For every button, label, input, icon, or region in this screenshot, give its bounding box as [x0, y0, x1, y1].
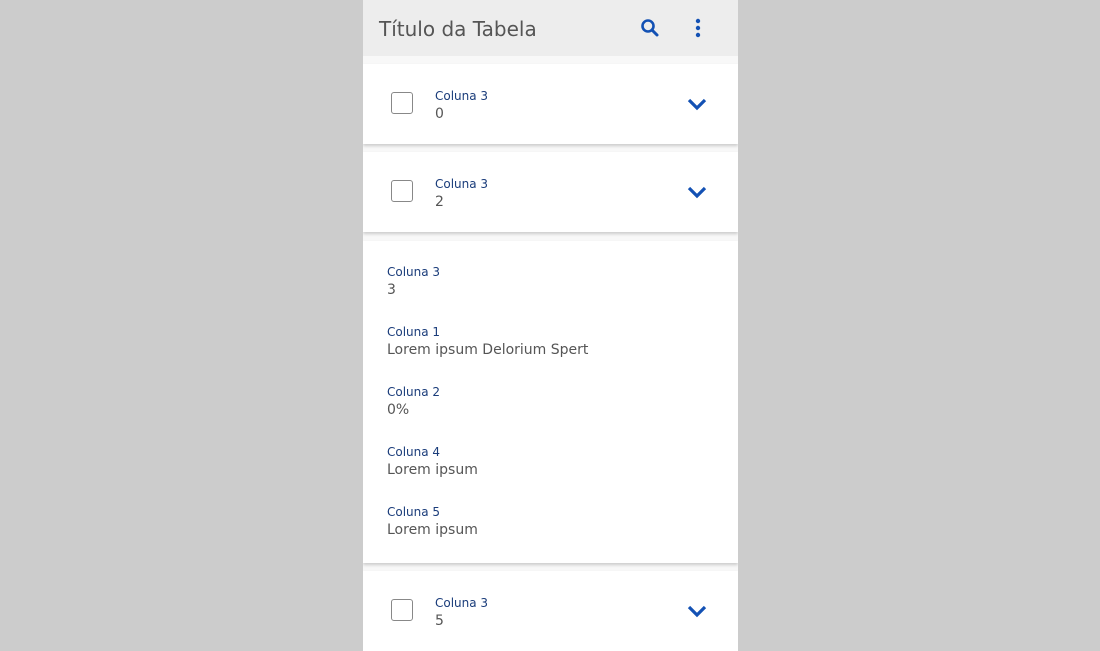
- detail-field: Coluna 5 Lorem ipsum: [387, 505, 478, 538]
- field-label: Coluna 3: [435, 177, 489, 191]
- table-row[interactable]: Coluna 3 2: [363, 152, 738, 232]
- table-panel: Título da Tabela Coluna 3 0 Coluna 3 2 Col…: [363, 0, 738, 651]
- detail-field: Coluna 2 0%: [387, 385, 440, 418]
- field-label: Coluna 3: [387, 265, 441, 279]
- row-checkbox[interactable]: [391, 599, 413, 621]
- detail-field: Coluna 1 Lorem ipsum Delorium Spert: [387, 325, 588, 358]
- table-row[interactable]: Coluna 3 5: [363, 571, 738, 651]
- field-label: Coluna 2: [387, 385, 441, 399]
- search-icon[interactable]: [640, 18, 660, 38]
- row-checkbox[interactable]: [391, 180, 413, 202]
- field-label: Coluna 3: [435, 596, 489, 610]
- field-label: Coluna 3: [435, 89, 489, 103]
- field-label: Coluna 4: [387, 445, 441, 459]
- table-header: Título da Tabela: [363, 0, 738, 56]
- field-value: 2: [435, 194, 444, 210]
- field-label: Coluna 1: [387, 325, 441, 339]
- field-value: 0%: [387, 402, 410, 418]
- field-label: Coluna 5: [387, 505, 441, 519]
- field-value: Lorem ipsum: [387, 522, 478, 538]
- row-checkbox[interactable]: [391, 92, 413, 114]
- field-value: Lorem ipsum: [387, 462, 478, 478]
- detail-field: Coluna 3 3: [387, 265, 440, 298]
- field-value: 3: [387, 282, 396, 298]
- chevron-down-icon[interactable]: [685, 601, 709, 621]
- chevron-down-icon[interactable]: [685, 182, 709, 202]
- field-value: 5: [435, 613, 444, 629]
- table-row[interactable]: Coluna 3 0: [363, 64, 738, 144]
- field-value: Lorem ipsum Delorium Spert: [387, 342, 589, 358]
- more-vertical-icon[interactable]: [688, 18, 708, 38]
- detail-field: Coluna 4 Lorem ipsum: [387, 445, 478, 478]
- expanded-row: Coluna 3 3 Coluna 1 Lorem ipsum Delorium S…: [363, 241, 738, 563]
- field-value: 0: [435, 106, 444, 122]
- chevron-down-icon[interactable]: [685, 94, 709, 114]
- page-title: Título da Tabela: [379, 17, 537, 41]
